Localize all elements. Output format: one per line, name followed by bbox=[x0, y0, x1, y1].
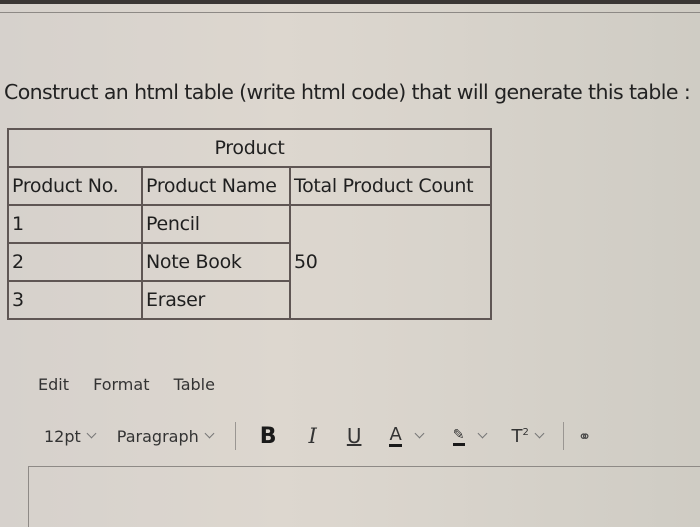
header-row: Product No. Product Name Total Product C… bbox=[7, 166, 492, 206]
chevron-down-icon bbox=[477, 428, 487, 439]
menu-table[interactable]: Table bbox=[174, 375, 215, 394]
block-format-value: Paragraph bbox=[116, 426, 199, 446]
product-no-cell: 1 bbox=[7, 204, 143, 244]
menu-format[interactable]: Format bbox=[93, 375, 149, 394]
superscript-button[interactable]: T2 bbox=[512, 426, 545, 447]
bold-icon: B bbox=[259, 423, 277, 449]
top-bezel bbox=[0, 0, 700, 4]
product-no-cell: 3 bbox=[7, 280, 143, 320]
superscript-icon: T2 bbox=[512, 426, 529, 447]
divider bbox=[0, 12, 700, 13]
product-name-cell: Eraser bbox=[141, 280, 291, 320]
editor-text-area[interactable] bbox=[28, 466, 700, 527]
header-product-name: Product Name bbox=[141, 166, 291, 206]
font-size-dropdown[interactable]: 12pt bbox=[44, 426, 97, 446]
chevron-down-icon bbox=[86, 428, 97, 439]
font-size-value: 12pt bbox=[44, 426, 81, 446]
italic-icon: I bbox=[308, 424, 317, 448]
product-table: Product Product No. Product Name Total P… bbox=[7, 128, 492, 320]
link-icon: ⚭ bbox=[577, 426, 592, 446]
toolbar-separator bbox=[234, 422, 236, 450]
header-total-count: Total Product Count bbox=[289, 166, 492, 206]
product-name-cell: Note Book bbox=[141, 242, 291, 282]
header-product-no: Product No. bbox=[7, 166, 143, 206]
text-color-button[interactable]: A bbox=[389, 423, 425, 447]
text-color-icon: A bbox=[389, 423, 402, 447]
underline-button[interactable]: U bbox=[347, 424, 362, 448]
block-format-dropdown[interactable]: Paragraph bbox=[116, 426, 215, 446]
highlight-color-button[interactable]: ✎ bbox=[452, 427, 487, 446]
chevron-down-icon bbox=[534, 428, 545, 439]
highlighter-icon: ✎ bbox=[452, 427, 465, 446]
chevron-down-icon bbox=[204, 428, 215, 439]
bold-button[interactable]: B bbox=[260, 424, 277, 449]
total-count-cell: 50 bbox=[289, 204, 492, 320]
superscript-mark: 2 bbox=[522, 426, 529, 438]
editor-menubar: Edit Format Table bbox=[38, 375, 234, 394]
menu-edit[interactable]: Edit bbox=[38, 375, 69, 394]
italic-button[interactable]: I bbox=[309, 424, 317, 448]
question-text: Construct an html table (write html code… bbox=[4, 80, 691, 104]
table-row: 1 Pencil 50 bbox=[7, 204, 492, 320]
underline-icon: U bbox=[346, 424, 362, 448]
chevron-down-icon bbox=[414, 428, 425, 439]
editor-toolbar: 12pt Paragraph B I U A ✎ T2 ⚭ bbox=[44, 422, 591, 450]
product-no-cell: 2 bbox=[7, 242, 143, 282]
superscript-letter: T bbox=[511, 425, 523, 447]
link-button[interactable]: ⚭ bbox=[578, 427, 591, 446]
toolbar-separator bbox=[562, 422, 564, 450]
product-name-cell: Pencil bbox=[141, 204, 291, 244]
table-caption: Product bbox=[7, 128, 492, 168]
